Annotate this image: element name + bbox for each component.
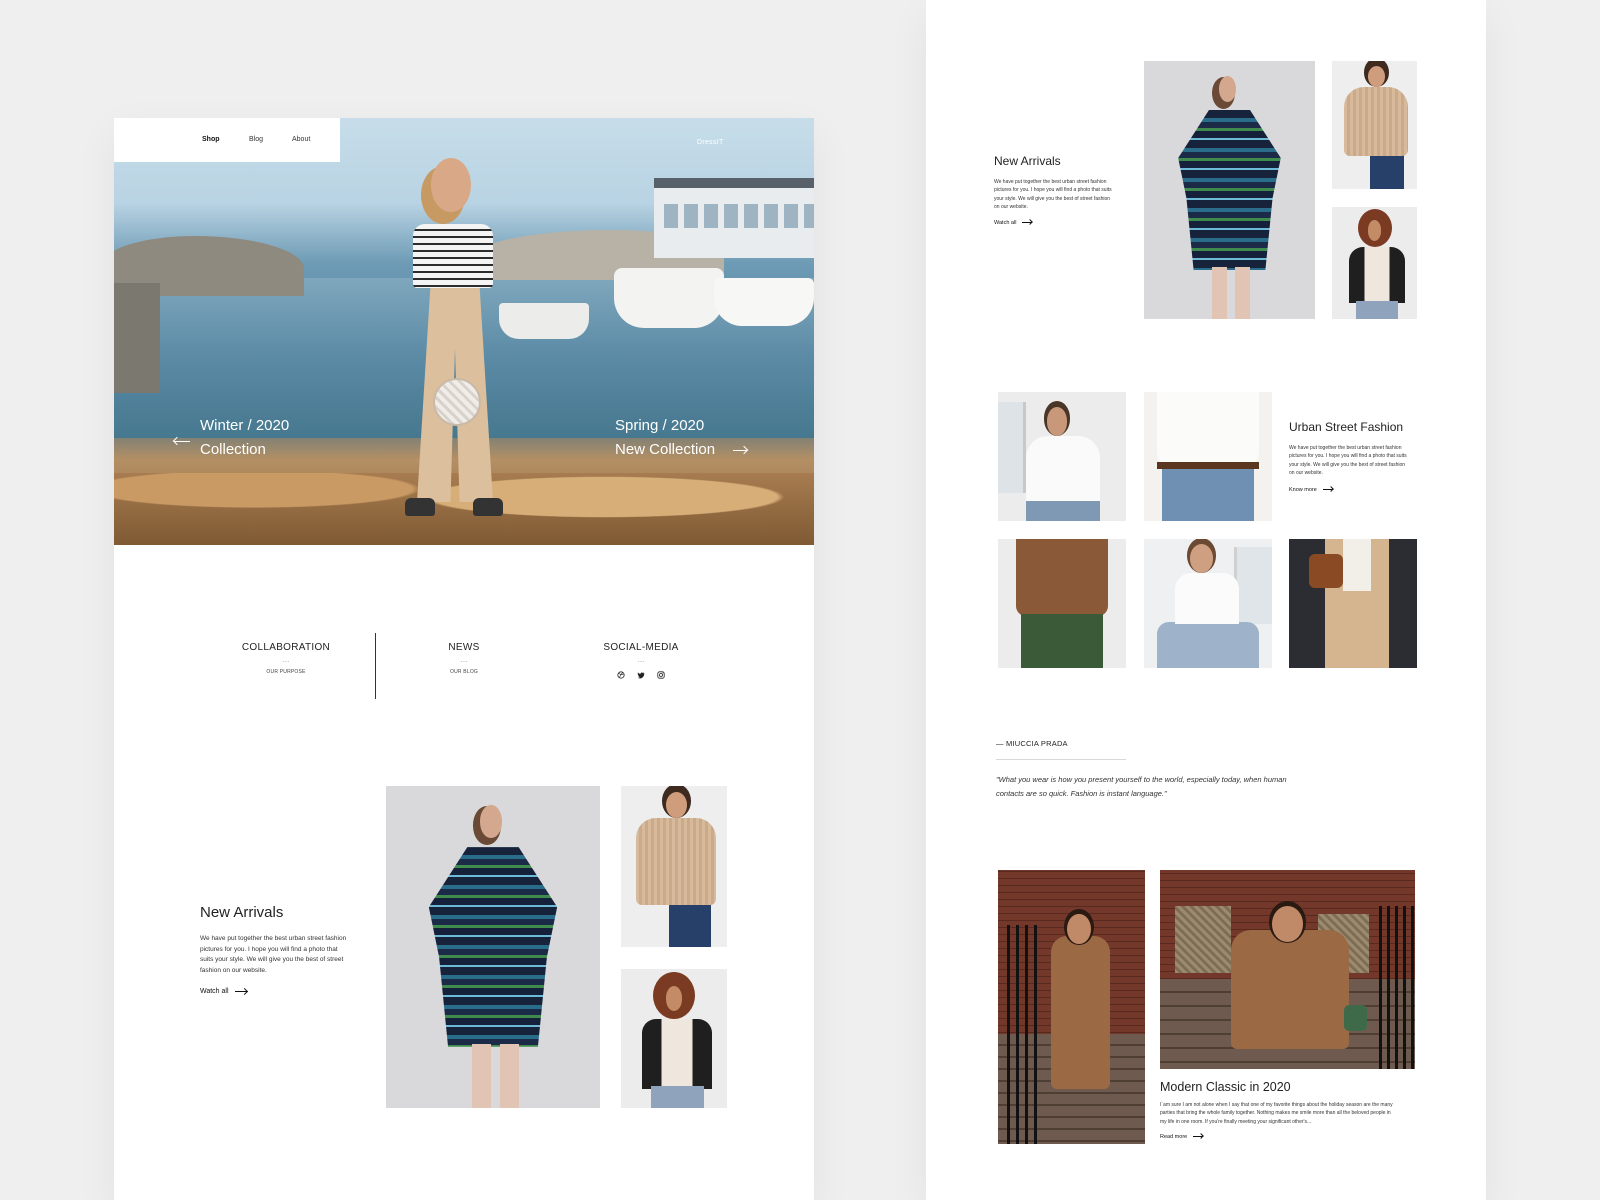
hero-photo-boat <box>499 303 589 339</box>
quote-divider <box>996 759 1126 760</box>
quote-text: "What you wear is how you present yourse… <box>996 775 1287 798</box>
top-navigation: Shop Blog About <box>114 118 340 162</box>
arrival-photo-black-blazer[interactable] <box>621 969 727 1108</box>
street-photo-brown-shirt[interactable] <box>998 539 1126 668</box>
nav-item-about[interactable]: About <box>292 136 310 143</box>
info-social-title: SOCIAL-MEDIA <box>603 642 679 653</box>
street-photo-white-blouse[interactable] <box>1144 539 1272 668</box>
social-icons <box>571 671 711 679</box>
nav-item-blog[interactable]: Blog <box>249 136 263 143</box>
arrival-photo-embroidered-dress[interactable] <box>1144 61 1315 319</box>
blog-photo-stoop-portrait[interactable] <box>998 870 1145 1144</box>
nav-item-shop[interactable]: Shop <box>202 136 220 143</box>
watch-all-label: Watch all <box>200 988 229 995</box>
street-photo-camel-coat[interactable] <box>1289 539 1417 668</box>
hero-photo-building <box>654 178 814 258</box>
winter-collection-link[interactable]: Winter / 2020 Collection <box>200 414 289 462</box>
info-news-title: NEWS <box>448 642 480 653</box>
watch-all-link[interactable]: Watch all <box>200 988 247 995</box>
hero-photo-model <box>399 158 509 518</box>
hero-photo-boat <box>614 268 724 328</box>
info-dots: ... <box>637 655 645 664</box>
arrow-right-icon <box>234 990 247 992</box>
info-collaboration-sub: OUR PURPOSE <box>266 669 306 675</box>
info-collaboration-title: COLLABORATION <box>241 642 331 653</box>
urban-street-fashion-title: Urban Street Fashion <box>1289 420 1404 434</box>
arrival-photo-black-blazer[interactable] <box>1332 207 1417 319</box>
info-social-media: SOCIAL-MEDIA ... <box>571 642 711 679</box>
winter-collection-label: Collection <box>200 441 266 458</box>
arrow-right-icon <box>1193 1136 1204 1138</box>
spring-collection-link[interactable]: Spring / 2020 New Collection <box>615 414 715 462</box>
arrival-photo-knit-sweater[interactable] <box>621 786 727 947</box>
info-news-sub: OUR BLOG <box>450 669 478 675</box>
arrow-right-icon <box>1022 222 1033 224</box>
modern-classic-text: I`am sure I am not alone when I say that… <box>1160 1102 1393 1125</box>
spring-collection-label: New Collection <box>615 441 716 458</box>
info-news[interactable]: NEWS ... OUR BLOG <box>394 642 534 675</box>
urban-street-fashion-text: We have put together the best urban stre… <box>1289 445 1407 476</box>
street-photo-belted-jeans[interactable] <box>1144 392 1272 521</box>
info-dots: ... <box>282 655 290 664</box>
brand-logo[interactable]: DressIT <box>697 139 724 146</box>
dribbble-icon[interactable] <box>617 671 625 679</box>
read-more-label: Read more <box>1160 1134 1188 1140</box>
watch-all-link[interactable]: Watch all <box>994 220 1033 226</box>
arrival-photo-knit-sweater[interactable] <box>1332 61 1417 189</box>
watch-all-label: Watch all <box>994 220 1017 226</box>
arrival-photo-embroidered-dress[interactable] <box>386 786 600 1108</box>
arrow-left-icon[interactable] <box>174 441 190 442</box>
know-more-link[interactable]: Know more <box>1289 487 1333 493</box>
homepage-mockup-left: Winter / 2020 Collection Spring / 2020 N… <box>114 118 814 1200</box>
hero-photo-pier <box>114 283 160 393</box>
spring-collection-season: Spring / 2020 <box>615 417 705 434</box>
hero-banner: Winter / 2020 Collection Spring / 2020 N… <box>114 118 814 545</box>
new-arrivals-title: New Arrivals <box>994 154 1061 168</box>
hero-photo-boat <box>714 278 814 326</box>
arrow-right-icon <box>1322 489 1333 491</box>
street-photo-white-shirt[interactable] <box>998 392 1126 521</box>
instagram-icon[interactable] <box>657 671 665 679</box>
info-dots: ... <box>460 655 468 664</box>
new-arrivals-text: We have put together the best urban stre… <box>200 935 347 974</box>
quote-author: — MIUCCIA PRADA <box>996 739 1068 748</box>
new-arrivals-text: We have put together the best urban stre… <box>994 179 1112 210</box>
read-more-link[interactable]: Read more <box>1160 1134 1204 1140</box>
modern-classic-title: Modern Classic in 2020 <box>1160 1080 1291 1094</box>
twitter-icon[interactable] <box>637 671 645 679</box>
blog-photo-stoop-landscape[interactable] <box>1160 870 1415 1069</box>
new-arrivals-title: New Arrivals <box>200 904 284 921</box>
know-more-label: Know more <box>1289 487 1317 493</box>
winter-collection-season: Winter / 2020 <box>200 417 290 434</box>
info-divider <box>375 633 376 699</box>
homepage-mockup-right: New Arrivals We have put together the be… <box>926 0 1486 1200</box>
info-collaboration[interactable]: COLLABORATION ... OUR PURPOSE <box>216 642 356 675</box>
arrow-right-icon[interactable] <box>733 450 747 451</box>
